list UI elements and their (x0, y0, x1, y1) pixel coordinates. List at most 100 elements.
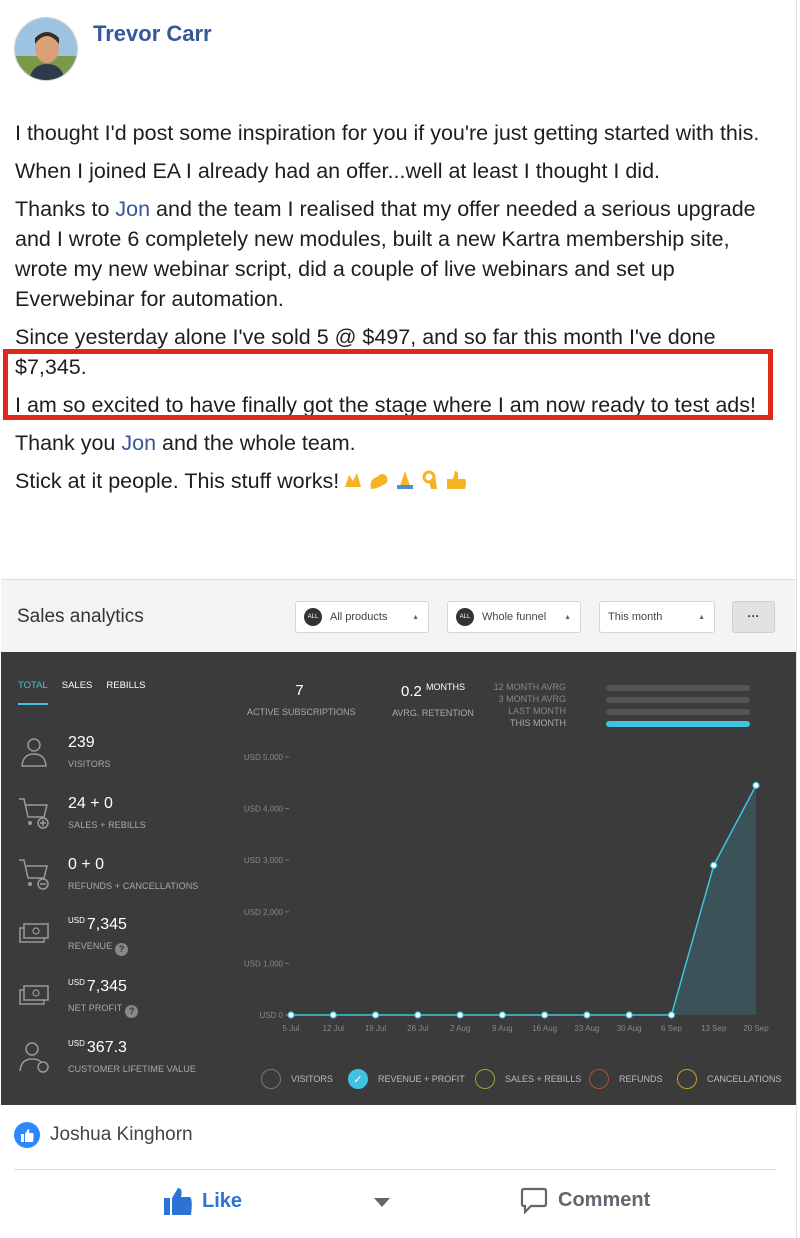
comment-button[interactable]: Comment (520, 1186, 650, 1214)
x-tick-label: 23 Aug (574, 1024, 599, 1033)
x-tick-label: 6 Sep (661, 1024, 682, 1033)
thumbs-up-icon (164, 1188, 192, 1215)
x-tick-label: 2 Aug (450, 1024, 470, 1033)
raised-hands-icon (345, 473, 362, 487)
tab-sales[interactable]: SALES (62, 680, 93, 691)
author-avatar[interactable] (14, 17, 78, 81)
y-tick-label: USD 0 (259, 1011, 283, 1020)
stat-active-subscriptions: 7 ACTIVE SUBSCRIPTIONS (247, 682, 356, 717)
data-point (583, 1011, 591, 1019)
reaction-summary[interactable]: Joshua Kinghorn (14, 1122, 193, 1148)
legend-sales-rebills[interactable]: SALES + REBILLS (475, 1069, 581, 1089)
y-tick-label: USD 3,000 (244, 856, 284, 865)
data-point (667, 1011, 676, 1019)
compare-row-active[interactable]: THIS MONTH (471, 718, 761, 730)
x-tick-label: 20 Sep (743, 1024, 769, 1033)
caret-icon: ▲ (412, 614, 419, 621)
help-icon[interactable]: ? (125, 1005, 139, 1018)
caret-icon: ▲ (698, 614, 705, 621)
emoji-group (343, 467, 471, 499)
data-point (710, 861, 718, 869)
ok-hand-icon (422, 470, 438, 489)
cart-add-icon (19, 798, 49, 829)
post-paragraph: Thanks to Jon and the team I realised th… (15, 197, 756, 311)
data-point (287, 1011, 295, 1019)
x-tick-label: 30 Aug (617, 1024, 642, 1033)
customer-value-icon (19, 1042, 49, 1073)
visitor-icon (21, 738, 47, 767)
money-icon (19, 923, 49, 943)
y-tick-label: USD 1,000 (244, 959, 284, 968)
x-tick-label: 26 Jul (407, 1024, 429, 1033)
help-icon[interactable]: ? (115, 943, 129, 956)
legend-toggle-icon (261, 1069, 281, 1089)
tab-total[interactable]: TOTAL (18, 680, 48, 691)
post-paragraph: When I joined EA I already had an offer.… (15, 159, 661, 183)
data-point (414, 1011, 422, 1019)
all-badge: ALL (456, 608, 474, 626)
author-name[interactable]: Trevor Carr (93, 21, 212, 47)
cart-remove-icon (19, 859, 49, 890)
legend-refunds[interactable]: REFUNDS (589, 1069, 663, 1089)
like-badge-icon (14, 1122, 40, 1148)
check-icon: ✓ (348, 1069, 368, 1089)
compare-row[interactable]: LAST MONTH (471, 706, 761, 718)
more-options-button[interactable]: ··· (732, 601, 775, 633)
analytics-panel: TOTAL SALES REBILLS 239 VISITORS 24 + 0 … (1, 652, 796, 1105)
legend-revenue-profit[interactable]: ✓ REVENUE + PROFIT (348, 1069, 465, 1089)
period-filter[interactable]: This month ▲ (599, 601, 715, 633)
all-badge: ALL (304, 608, 322, 626)
analytics-tabs: TOTAL SALES REBILLS (18, 680, 145, 691)
data-point (498, 1011, 506, 1019)
compare-row[interactable]: 12 MONTH AVRG (471, 682, 761, 694)
post-paragraph: I thought I'd post some inspiration for … (15, 121, 760, 145)
y-tick-label: USD 4,000 (244, 805, 284, 814)
x-tick-label: 19 Jul (365, 1024, 387, 1033)
reaction-dropdown-icon[interactable] (374, 1198, 390, 1207)
revenue-chart: USD 0 USD 1,000 USD 2,000 USD 3,000 USD 4,00… (244, 753, 769, 1033)
mention-link[interactable]: Jon (115, 197, 150, 221)
legend-toggle-icon (677, 1069, 697, 1089)
post-paragraph: Thank you Jon and the whole team. (15, 431, 356, 455)
post-paragraph: Stick at it people. This stuff works! (15, 466, 785, 499)
legend-visitors[interactable]: VISITORS (261, 1069, 333, 1089)
tab-rebills[interactable]: REBILLS (106, 680, 145, 691)
thumbs-up-icon (447, 471, 467, 489)
mention-link[interactable]: Jon (121, 431, 156, 455)
money-icon (19, 985, 49, 1005)
like-button[interactable]: Like (162, 1186, 242, 1216)
funnel-filter[interactable]: ALL Whole funnel ▲ (447, 601, 581, 633)
data-point (329, 1011, 337, 1019)
stat-avrg-retention: 0.2 MONTHS AVRG. RETENTION (392, 682, 474, 718)
caret-icon: ▲ (564, 614, 571, 621)
series-area (291, 785, 756, 1015)
folded-hands-icon (397, 471, 414, 489)
post-text: I thought I'd post some inspiration for … (15, 118, 785, 507)
products-filter[interactable]: ALL All products ▲ (295, 601, 429, 633)
highlight-box (3, 349, 773, 420)
x-tick-label: 9 Aug (492, 1024, 512, 1033)
data-point (752, 781, 760, 789)
flexed-biceps-icon (370, 474, 388, 489)
comment-icon (520, 1187, 548, 1214)
divider (14, 1169, 776, 1170)
legend-toggle-icon (475, 1069, 495, 1089)
analytics-title: Sales analytics (17, 606, 144, 627)
y-tick-label: USD 2,000 (244, 908, 284, 917)
x-tick-label: 16 Aug (532, 1024, 557, 1033)
legend-cancellations[interactable]: CANCELLATIONS (677, 1069, 781, 1089)
data-point (371, 1011, 380, 1019)
y-tick-label: USD 5,000 (244, 753, 284, 762)
data-point (541, 1011, 549, 1019)
x-tick-label: 12 Jul (323, 1024, 345, 1033)
data-point (625, 1011, 633, 1019)
period-comparison: 12 MONTH AVRG 3 MONTH AVRG LAST MONTH TH… (471, 682, 761, 730)
active-tab-indicator (18, 703, 48, 705)
reactor-name[interactable]: Joshua Kinghorn (50, 1124, 193, 1146)
x-tick-label: 5 Jul (283, 1024, 300, 1033)
x-tick-label: 13 Sep (701, 1024, 727, 1033)
post-card: Trevor Carr I thought I'd post some insp… (0, 0, 797, 1238)
compare-row[interactable]: 3 MONTH AVRG (471, 694, 761, 706)
legend-toggle-icon (589, 1069, 609, 1089)
sales-analytics-image[interactable]: Sales analytics ALL All products ▲ ALL W… (1, 579, 796, 1105)
